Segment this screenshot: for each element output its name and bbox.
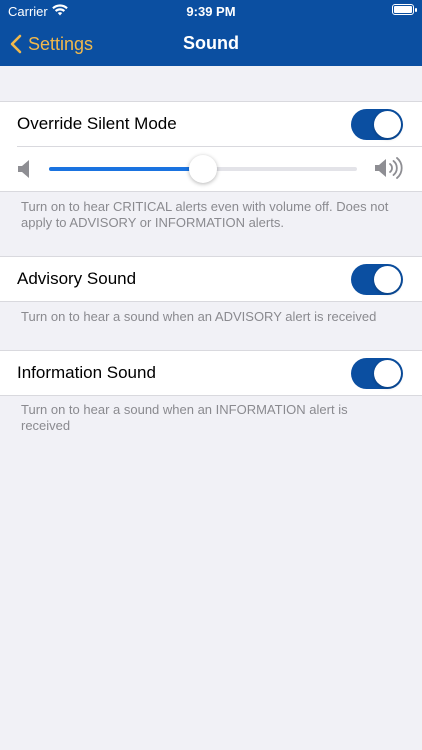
volume-slider-fill [49,167,203,171]
override-silent-toggle[interactable] [351,108,403,140]
advisory-sound-toggle[interactable] [351,263,403,295]
override-silent-group: Override Silent Mode [0,101,422,192]
information-sound-group: Information Sound [0,350,422,396]
override-silent-description: Turn on to hear CRITICAL alerts even wit… [21,199,389,230]
nav-bar: Settings Sound [0,22,422,66]
information-sound-label: Information Sound [17,363,156,382]
override-silent-row: Override Silent Mode [0,102,422,146]
override-silent-label: Override Silent Mode [17,114,177,133]
volume-slider[interactable] [49,155,357,183]
information-sound-toggle[interactable] [351,357,403,389]
navigation-header: Carrier 9:39 PM Settings Sound [0,0,422,66]
advisory-sound-row: Advisory Sound [0,257,422,301]
information-sound-row: Information Sound [0,351,422,395]
information-sound-description: Turn on to hear a sound when an INFORMAT… [21,402,348,433]
advisory-sound-label: Advisory Sound [17,269,137,288]
volume-high-icon [374,157,404,184]
status-bar: Carrier 9:39 PM [0,0,422,22]
advisory-sound-group: Advisory Sound [0,256,422,302]
advisory-sound-description: Turn on to hear a sound when an ADVISORY… [21,309,377,324]
volume-slider-row [0,146,422,191]
page-title: Sound [183,33,239,53]
volume-low-icon [17,159,31,184]
battery-icon [392,4,417,15]
clock: 9:39 PM [186,4,236,19]
volume-slider-thumb[interactable] [189,155,217,183]
